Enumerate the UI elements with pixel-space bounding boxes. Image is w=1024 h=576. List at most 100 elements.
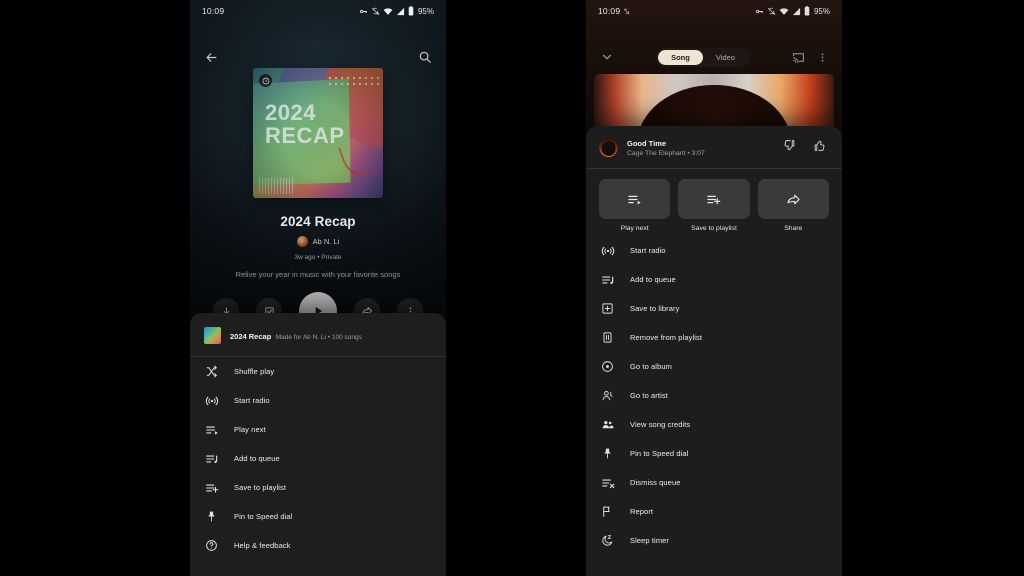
quick-action-label: Play next: [620, 225, 649, 232]
youtube-music-badge: [259, 74, 272, 87]
menu-item-save-to-playlist[interactable]: Save to playlist: [190, 473, 446, 502]
menu-item-add-to-queue[interactable]: Add to queue: [190, 444, 446, 473]
menu-item-label: Sleep timer: [630, 536, 670, 545]
status-time: 10:09: [202, 6, 225, 16]
share-icon: [757, 179, 829, 219]
battery-percent: 95%: [813, 6, 830, 16]
owner-name: Ab N. Li: [312, 237, 340, 246]
menu-item-label: Start radio: [234, 396, 270, 405]
sheet-thumbnail: [204, 326, 221, 344]
battery-percent: 95%: [417, 6, 434, 16]
playlist-cover-art[interactable]: 2024 RECAP: [253, 68, 383, 198]
playlist-title: 2024 Recap: [280, 214, 356, 229]
notifications-muted-icon: [767, 7, 776, 16]
cellular-signal-icon: [792, 7, 801, 16]
playlist-subtitle: 3w ago • Private: [294, 254, 342, 261]
menu-item-start-radio[interactable]: Start radio: [586, 236, 842, 265]
help-circle-icon: [204, 538, 219, 553]
now-playing-text: Good Time Cage The Elephant • 3:07: [627, 139, 774, 157]
menu-item-dismiss-queue[interactable]: Dismiss queue: [586, 468, 842, 497]
save-to-playlist-icon: [204, 480, 219, 495]
right-nav-actions: [792, 51, 828, 64]
cover-text-line2: RECAP: [265, 122, 345, 148]
playlist-meta: 2024 Recap Ab N. Li 3w ago • Private Rel…: [190, 214, 446, 279]
menu-item-label: Start radio: [630, 246, 666, 255]
right-status-bar: 10:09 95%: [586, 0, 842, 22]
menu-item-save-to-library[interactable]: Save to library: [586, 294, 842, 323]
battery-icon: [804, 6, 810, 16]
menu-item-label: Add to queue: [234, 454, 280, 463]
pin-icon: [600, 446, 615, 461]
menu-item-label: Remove from playlist: [630, 333, 703, 342]
toggle-option-video[interactable]: Video: [703, 50, 748, 65]
status-right: 95%: [755, 6, 830, 16]
menu-item-pin-to-speed-dial[interactable]: Pin to Speed dial: [586, 439, 842, 468]
left-top-nav: [190, 44, 446, 70]
avatar: [296, 236, 308, 247]
right-top-nav: Song Video: [586, 44, 842, 70]
menu-item-label: Dismiss queue: [630, 478, 681, 487]
notifications-muted-icon: [371, 7, 380, 16]
menu-item-label: Help & feedback: [234, 541, 291, 550]
sheet-header: 2024 Recap Made for Ab N. Li • 100 songs: [190, 313, 446, 356]
menu-item-label: Save to playlist: [234, 483, 287, 492]
menu-item-start-radio[interactable]: Start radio: [190, 386, 446, 415]
status-right: 95%: [359, 6, 434, 16]
toggle-option-song[interactable]: Song: [658, 49, 703, 65]
screenshot-root: 10:09 95% 2024 RECAP 2024 Recap Ab N. Li…: [0, 0, 1024, 576]
menu-item-help-feedback[interactable]: Help & feedback: [190, 531, 446, 560]
quick-action-share[interactable]: Share: [757, 179, 829, 232]
add-to-queue-icon: [600, 272, 615, 287]
menu-item-view-song-credits[interactable]: View song credits: [586, 410, 842, 439]
chevron-down-icon[interactable]: [600, 50, 614, 64]
menu-item-pin-to-speed-dial[interactable]: Pin to Speed dial: [190, 502, 446, 531]
song-video-toggle[interactable]: Song Video: [656, 47, 750, 67]
cover-text: 2024 RECAP: [265, 101, 345, 148]
menu-item-go-to-album[interactable]: Go to album: [586, 352, 842, 381]
quick-action-save-to-playlist[interactable]: Save to playlist: [678, 179, 750, 232]
song-thumbnail: [599, 138, 618, 157]
thumb-down-icon[interactable]: [783, 139, 796, 157]
right-phone: 10:09 95% Song Video Good Time Cage The …: [586, 0, 842, 576]
quick-action-play-next[interactable]: Play next: [599, 179, 671, 232]
cast-icon[interactable]: [792, 51, 805, 64]
menu-item-remove-from-playlist[interactable]: Remove from playlist: [586, 323, 842, 352]
menu-item-label: Go to artist: [630, 391, 668, 400]
menu-item-sleep-timer[interactable]: Sleep timer: [586, 526, 842, 555]
save-to-library-icon: [600, 301, 615, 316]
flag-icon: [600, 504, 615, 519]
cellular-signal-icon: [396, 7, 405, 16]
status-left: 10:09: [202, 6, 224, 16]
quick-actions-row: Play next Save to playlist Share: [586, 169, 842, 236]
play-next-icon: [204, 422, 219, 437]
menu-item-report[interactable]: Report: [586, 497, 842, 526]
menu-item-go-to-artist[interactable]: Go to artist: [586, 381, 842, 410]
song-title: Good Time: [627, 138, 667, 148]
sleep-timer-icon: [600, 533, 615, 548]
menu-item-label: Go to album: [630, 362, 672, 371]
back-arrow-icon[interactable]: [204, 50, 219, 65]
menu-item-label: Pin to Speed dial: [630, 449, 689, 458]
left-status-bar: 10:09 95%: [190, 0, 446, 22]
search-icon[interactable]: [418, 50, 432, 64]
menu-item-shuffle-play[interactable]: Shuffle play: [190, 357, 446, 386]
menu-item-label: Save to library: [630, 304, 680, 313]
now-playing-row: Good Time Cage The Elephant • 3:07: [586, 126, 842, 168]
dismiss-queue-icon: [600, 475, 615, 490]
left-phone: 10:09 95% 2024 RECAP 2024 Recap Ab N. Li…: [190, 0, 446, 576]
menu-item-label: Pin to Speed dial: [234, 512, 293, 521]
battery-icon: [408, 6, 414, 16]
radio-icon: [600, 243, 615, 258]
quick-action-label: Save to playlist: [691, 225, 737, 232]
menu-item-label: Shuffle play: [234, 367, 275, 376]
thumb-up-icon[interactable]: [813, 139, 826, 157]
menu-item-play-next[interactable]: Play next: [190, 415, 446, 444]
more-vertical-icon[interactable]: [817, 52, 828, 63]
menu-item-add-to-queue[interactable]: Add to queue: [586, 265, 842, 294]
playlist-owner-row[interactable]: Ab N. Li: [190, 236, 446, 247]
add-to-queue-icon: [204, 451, 219, 466]
status-time: 10:09: [598, 6, 621, 16]
sheet-header-text: 2024 Recap Made for Ab N. Li • 100 songs: [230, 326, 362, 344]
pin-icon: [204, 509, 219, 524]
album-icon: [600, 359, 615, 374]
